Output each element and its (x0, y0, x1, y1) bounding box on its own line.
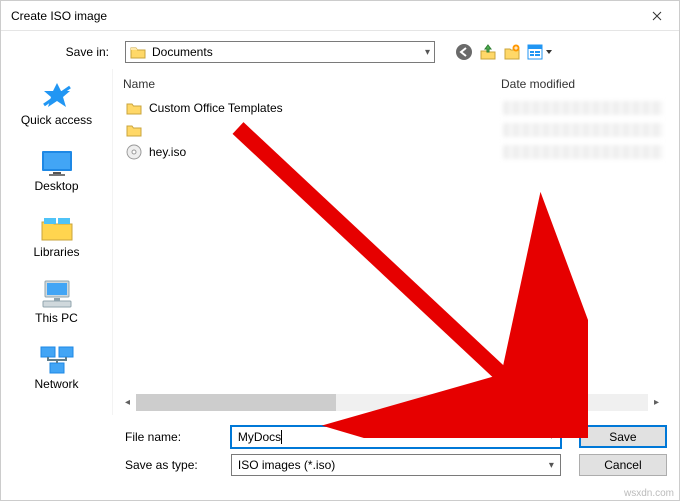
file-name: hey.iso (149, 145, 497, 159)
save-in-combo[interactable]: Documents ▾ (125, 41, 435, 63)
sidebar-item-network[interactable]: Network (11, 339, 103, 401)
sidebar-item-label: Quick access (21, 113, 92, 127)
chevron-down-icon: ▾ (425, 47, 430, 58)
save-in-bar: Save in: Documents ▾ (1, 31, 679, 69)
back-icon[interactable] (455, 43, 473, 61)
file-name: Custom Office Templates (149, 101, 497, 115)
new-folder-icon[interactable] (503, 43, 521, 61)
close-icon (652, 11, 662, 21)
save-as-type-combo[interactable]: ISO images (*.iso) ▾ (231, 454, 561, 476)
column-name[interactable]: Name (123, 77, 501, 91)
folder-icon (125, 99, 143, 117)
filename-value: MyDocs (238, 430, 281, 444)
save-as-type-label: Save as type: (15, 458, 223, 472)
scroll-right-icon[interactable]: ▸ (648, 394, 665, 411)
cancel-button[interactable]: Cancel (579, 454, 667, 476)
sidebar-item-desktop[interactable]: Desktop (11, 141, 103, 203)
sidebar-item-label: This PC (35, 311, 78, 325)
quick-access-icon (37, 79, 77, 113)
watermark: wsxdn.com (624, 488, 674, 499)
desktop-icon (37, 145, 77, 179)
view-menu-icon[interactable] (527, 43, 555, 61)
this-pc-icon (37, 277, 77, 311)
save-in-value: Documents (152, 45, 213, 59)
close-button[interactable] (634, 1, 679, 31)
sidebar-item-label: Desktop (34, 179, 78, 193)
file-list[interactable]: Custom Office Templates hey.iso (119, 97, 665, 394)
file-row[interactable]: hey.iso (123, 141, 665, 163)
sidebar-item-quick-access[interactable]: Quick access (11, 75, 103, 137)
cancel-button-label: Cancel (604, 458, 641, 472)
sidebar-item-libraries[interactable]: Libraries (11, 207, 103, 269)
file-row[interactable]: Custom Office Templates (123, 97, 665, 119)
body-area: Quick access Desktop Libraries This PC N… (1, 69, 679, 415)
sidebar-item-label: Libraries (33, 245, 79, 259)
file-date (503, 101, 663, 115)
file-row[interactable] (123, 119, 665, 141)
scroll-left-icon[interactable]: ◂ (119, 394, 136, 411)
file-list-pane: Name Date modified Custom Office Templat… (119, 71, 665, 415)
save-in-label: Save in: (15, 45, 115, 59)
places-sidebar: Quick access Desktop Libraries This PC N… (1, 69, 113, 415)
bottom-form: File name: MyDocs ▾ Save Save as type: I… (1, 415, 679, 492)
chevron-down-icon[interactable]: ▾ (549, 431, 554, 442)
sidebar-item-label: Network (34, 377, 78, 391)
window-title: Create ISO image (11, 9, 107, 23)
save-button-label: Save (609, 430, 636, 444)
file-date (503, 123, 663, 137)
folder-icon (130, 45, 146, 59)
scroll-thumb[interactable] (136, 394, 336, 411)
filename-label: File name: (15, 430, 223, 444)
chevron-down-icon[interactable]: ▾ (549, 460, 554, 471)
nav-toolbar (455, 43, 555, 61)
save-as-type-value: ISO images (*.iso) (238, 458, 335, 472)
column-headers: Name Date modified (119, 71, 665, 97)
file-date (503, 145, 663, 159)
filename-input[interactable]: MyDocs ▾ (231, 426, 561, 448)
libraries-icon (37, 211, 77, 245)
horizontal-scrollbar[interactable]: ◂ ▸ (119, 394, 665, 411)
text-caret (281, 430, 282, 444)
column-date-modified[interactable]: Date modified (501, 77, 661, 91)
sidebar-item-this-pc[interactable]: This PC (11, 273, 103, 335)
up-one-level-icon[interactable] (479, 43, 497, 61)
scroll-track[interactable] (136, 394, 648, 411)
network-icon (37, 343, 77, 377)
save-button[interactable]: Save (579, 425, 667, 448)
iso-file-icon (125, 143, 143, 161)
titlebar: Create ISO image (1, 1, 679, 31)
folder-icon (125, 121, 143, 139)
